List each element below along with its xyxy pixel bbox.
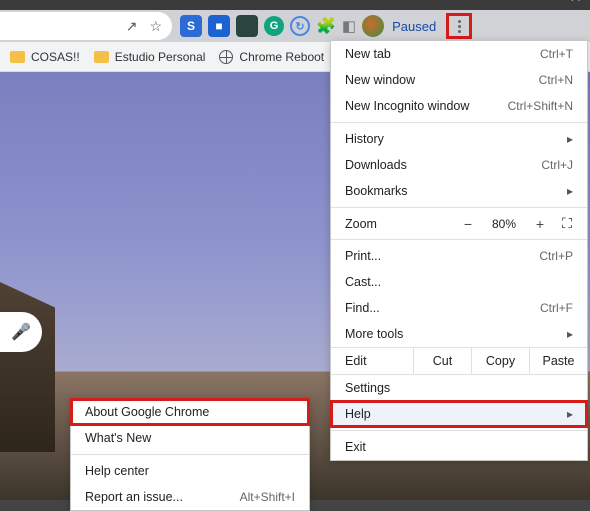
submenu-label: What's New xyxy=(85,431,151,445)
chevron-right-icon: ▸ xyxy=(567,327,573,341)
zoom-out-button[interactable]: − xyxy=(455,216,481,232)
extension-icon-s[interactable]: S xyxy=(180,15,202,37)
menu-item-new-window[interactable]: New window Ctrl+N xyxy=(331,67,587,93)
menu-item-zoom: Zoom − 80% + ⛶ xyxy=(331,211,587,236)
zoom-level: 80% xyxy=(485,217,523,231)
zoom-in-button[interactable]: + xyxy=(527,216,553,232)
main-menu-button[interactable] xyxy=(446,13,472,39)
submenu-label: Help center xyxy=(85,464,149,478)
share-icon[interactable]: ↗ xyxy=(126,18,138,35)
extension-icon-grammarly[interactable]: G xyxy=(264,16,284,36)
voice-search-button[interactable]: 🎤 xyxy=(0,312,42,352)
menu-label: Print... xyxy=(345,249,539,263)
menu-label: Help xyxy=(345,407,559,421)
bookmark-item[interactable]: COSAS!! xyxy=(10,50,80,64)
extension-icons: S ■ G ↻ 🧩 ◧ Paused xyxy=(180,15,436,37)
menu-label: Edit xyxy=(331,348,413,374)
menu-separator xyxy=(331,430,587,431)
extensions-icon[interactable]: 🧩 xyxy=(316,16,336,36)
menu-separator xyxy=(331,207,587,208)
menu-label: Cast... xyxy=(345,275,573,289)
window-titlebar xyxy=(0,0,590,8)
menu-item-exit[interactable]: Exit xyxy=(331,434,587,460)
menu-label: New tab xyxy=(345,47,540,61)
star-icon[interactable]: ☆ xyxy=(149,18,162,35)
menu-item-new-tab[interactable]: New tab Ctrl+T xyxy=(331,41,587,67)
menu-shortcut: Ctrl+N xyxy=(539,73,573,87)
menu-label: Downloads xyxy=(345,158,541,172)
edit-paste-button[interactable]: Paste xyxy=(529,348,587,374)
window-close-icon[interactable]: ✕ xyxy=(569,0,582,6)
menu-separator xyxy=(71,454,309,455)
extension-icon-square[interactable]: ◧ xyxy=(342,17,356,35)
edit-cut-button[interactable]: Cut xyxy=(413,348,471,374)
menu-label: Find... xyxy=(345,301,540,315)
bookmark-label: Estudio Personal xyxy=(115,50,206,64)
menu-item-more-tools[interactable]: More tools ▸ xyxy=(331,321,587,347)
main-menu: New tab Ctrl+T New window Ctrl+N New Inc… xyxy=(330,40,588,461)
menu-label: More tools xyxy=(345,327,559,341)
menu-item-cast[interactable]: Cast... xyxy=(331,269,587,295)
menu-label: Exit xyxy=(345,440,573,454)
extension-icon-g[interactable] xyxy=(236,15,258,37)
menu-shortcut: Ctrl+F xyxy=(540,301,573,315)
background-decoration xyxy=(0,282,55,452)
submenu-label: About Google Chrome xyxy=(85,405,209,419)
menu-item-settings[interactable]: Settings xyxy=(331,375,587,401)
menu-item-history[interactable]: History ▸ xyxy=(331,126,587,152)
chevron-right-icon: ▸ xyxy=(567,132,573,146)
mic-icon: 🎤 xyxy=(11,322,31,342)
bookmark-label: COSAS!! xyxy=(31,50,80,64)
menu-item-help[interactable]: Help ▸ xyxy=(331,401,587,427)
menu-separator xyxy=(331,122,587,123)
submenu-shortcut: Alt+Shift+I xyxy=(240,490,295,504)
chevron-right-icon: ▸ xyxy=(567,184,573,198)
menu-label: Zoom xyxy=(341,217,451,231)
menu-label: Bookmarks xyxy=(345,184,559,198)
submenu-item-report-issue[interactable]: Report an issue... Alt+Shift+I xyxy=(71,484,309,510)
help-submenu: About Google Chrome What's New Help cent… xyxy=(70,398,310,511)
bookmark-item[interactable]: Chrome Reboot xyxy=(219,50,324,64)
menu-label: New window xyxy=(345,73,539,87)
menu-label: New Incognito window xyxy=(345,99,508,113)
menu-item-incognito[interactable]: New Incognito window Ctrl+Shift+N xyxy=(331,93,587,119)
kebab-icon xyxy=(458,20,461,33)
chevron-right-icon: ▸ xyxy=(567,407,573,421)
fullscreen-icon[interactable]: ⛶ xyxy=(557,215,577,232)
menu-item-print[interactable]: Print... Ctrl+P xyxy=(331,243,587,269)
menu-label: History xyxy=(345,132,559,146)
bookmark-label: Chrome Reboot xyxy=(239,50,324,64)
menu-shortcut: Ctrl+Shift+N xyxy=(508,99,573,113)
submenu-item-about[interactable]: About Google Chrome xyxy=(71,399,309,425)
profile-avatar[interactable] xyxy=(362,15,384,37)
globe-icon xyxy=(219,50,233,64)
menu-shortcut: Ctrl+J xyxy=(541,158,573,172)
menu-shortcut: Ctrl+P xyxy=(539,249,573,263)
bookmark-item[interactable]: Estudio Personal xyxy=(94,50,206,64)
edit-copy-button[interactable]: Copy xyxy=(471,348,529,374)
menu-label: Settings xyxy=(345,381,573,395)
menu-shortcut: Ctrl+T xyxy=(540,47,573,61)
folder-icon xyxy=(10,51,25,63)
submenu-label: Report an issue... xyxy=(85,490,183,504)
menu-item-edit: Edit Cut Copy Paste xyxy=(331,347,587,375)
menu-separator xyxy=(331,239,587,240)
sync-paused-label[interactable]: Paused xyxy=(392,19,436,34)
submenu-item-help-center[interactable]: Help center xyxy=(71,458,309,484)
folder-icon xyxy=(94,51,109,63)
address-bar[interactable]: ↗ ☆ xyxy=(0,12,172,40)
extension-icon-refresh[interactable]: ↻ xyxy=(290,16,310,36)
menu-item-downloads[interactable]: Downloads Ctrl+J xyxy=(331,152,587,178)
submenu-item-whats-new[interactable]: What's New xyxy=(71,425,309,451)
menu-item-find[interactable]: Find... Ctrl+F xyxy=(331,295,587,321)
extension-icon-meet[interactable]: ■ xyxy=(208,15,230,37)
browser-toolbar: ↗ ☆ S ■ G ↻ 🧩 ◧ Paused ✕ xyxy=(0,8,590,42)
menu-item-bookmarks[interactable]: Bookmarks ▸ xyxy=(331,178,587,204)
